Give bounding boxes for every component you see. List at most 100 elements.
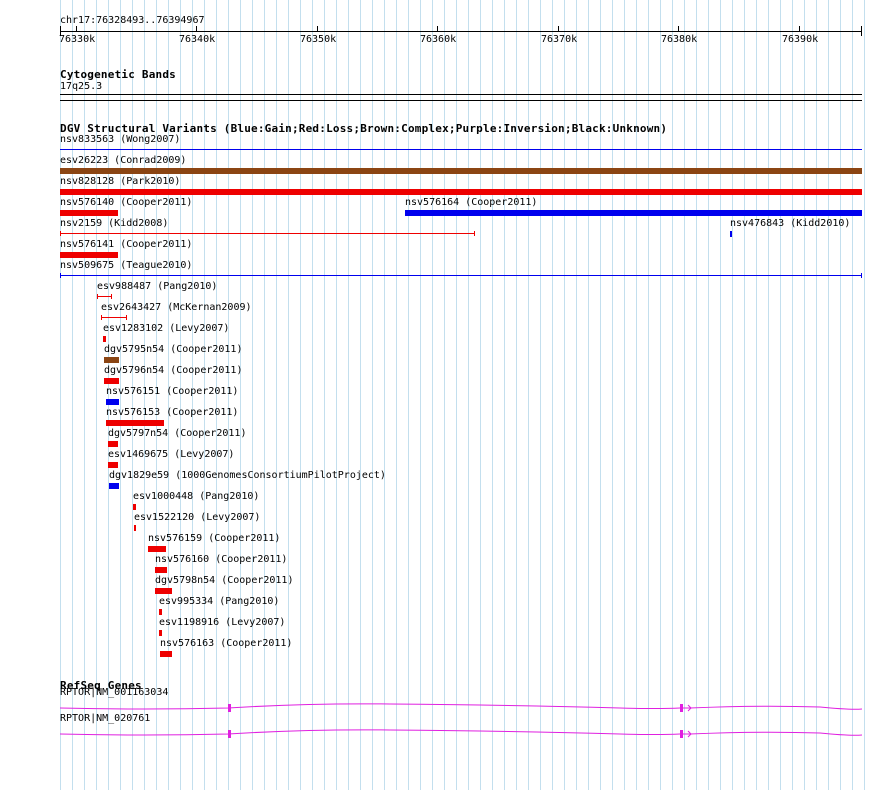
grid-line xyxy=(792,0,793,790)
dgv-feature-label[interactable]: nsv2159 (Kidd2008) xyxy=(60,218,168,230)
grid-line xyxy=(612,0,613,790)
dgv-feature-bar[interactable] xyxy=(730,231,732,237)
dgv-feature-label[interactable]: dgv5795n54 (Cooper2011) xyxy=(104,344,242,356)
ruler-tick-label: 76370k xyxy=(541,34,578,45)
dgv-feature-bar[interactable] xyxy=(101,317,127,318)
grid-line xyxy=(696,0,697,790)
grid-line xyxy=(648,0,649,790)
dgv-feature-label[interactable]: nsv576141 (Cooper2011) xyxy=(60,239,192,251)
dgv-feature-bar[interactable] xyxy=(104,357,119,363)
dgv-feature-label[interactable]: nsv576151 (Cooper2011) xyxy=(106,386,238,398)
genome-browser-panel: chr17:76328493..76394967 76330k 76340k 763… xyxy=(0,0,890,790)
ruler-tick xyxy=(678,26,679,32)
dgv-feature-label[interactable]: esv1000448 (Pang2010) xyxy=(133,491,259,503)
grid-line xyxy=(576,0,577,790)
dgv-feature-bar[interactable] xyxy=(159,630,162,636)
refseq-gene-label[interactable]: RPTOR|NM_001163034 xyxy=(60,687,168,699)
grid-line xyxy=(240,0,241,790)
dgv-feature-bar[interactable] xyxy=(405,210,862,216)
dgv-feature-bar[interactable] xyxy=(108,462,118,468)
grid-line xyxy=(444,0,445,790)
dgv-feature-bar[interactable] xyxy=(60,275,862,276)
grid-line xyxy=(624,0,625,790)
dgv-feature-label[interactable]: nsv828128 (Park2010) xyxy=(60,176,180,188)
dgv-feature-bar[interactable] xyxy=(155,588,172,594)
dgv-feature-endcap xyxy=(861,273,862,278)
gene-intron-line[interactable] xyxy=(59,726,870,742)
dgv-feature-bar[interactable] xyxy=(109,483,119,489)
dgv-feature-label[interactable]: esv1283102 (Levy2007) xyxy=(103,323,229,335)
dgv-feature-label[interactable]: esv1522120 (Levy2007) xyxy=(134,512,260,524)
dgv-feature-bar[interactable] xyxy=(155,567,167,573)
grid-line xyxy=(96,0,97,790)
dgv-feature-bar[interactable] xyxy=(160,651,172,657)
ruler-tick xyxy=(799,26,800,32)
ruler-tick xyxy=(76,26,77,32)
dgv-feature-label[interactable]: nsv576153 (Cooper2011) xyxy=(106,407,238,419)
grid-line xyxy=(360,0,361,790)
ruler-end-tick xyxy=(861,26,862,36)
cytoband-label: 17q25.3 xyxy=(60,81,103,92)
dgv-feature-bar[interactable] xyxy=(60,233,475,234)
dgv-feature-label[interactable]: dgv5796n54 (Cooper2011) xyxy=(104,365,242,377)
ruler-tick xyxy=(196,26,197,32)
grid-line xyxy=(60,0,61,790)
grid-line xyxy=(744,0,745,790)
dgv-feature-label[interactable]: esv26223 (Conrad2009) xyxy=(60,155,186,167)
dgv-feature-label[interactable]: esv1198916 (Levy2007) xyxy=(159,617,285,629)
dgv-feature-label[interactable]: nsv576160 (Cooper2011) xyxy=(155,554,287,566)
grid-line xyxy=(468,0,469,790)
dgv-feature-label[interactable]: nsv509675 (Teague2010) xyxy=(60,260,192,272)
dgv-feature-bar[interactable] xyxy=(159,609,162,615)
dgv-feature-bar[interactable] xyxy=(97,296,112,297)
gene-exon[interactable] xyxy=(228,704,231,712)
dgv-feature-label[interactable]: esv988487 (Pang2010) xyxy=(97,281,217,293)
dgv-feature-label[interactable]: dgv5797n54 (Cooper2011) xyxy=(108,428,246,440)
dgv-feature-bar[interactable] xyxy=(60,168,862,174)
dgv-feature-label[interactable]: nsv576163 (Cooper2011) xyxy=(160,638,292,650)
dgv-feature-bar[interactable] xyxy=(108,441,118,447)
dgv-feature-bar[interactable] xyxy=(60,252,118,258)
dgv-feature-bar[interactable] xyxy=(60,210,118,216)
grid-line xyxy=(552,0,553,790)
grid-line xyxy=(264,0,265,790)
dgv-feature-bar[interactable] xyxy=(103,336,106,342)
dgv-feature-bar[interactable] xyxy=(106,420,164,426)
ruler-axis-line xyxy=(60,31,862,32)
dgv-feature-bar[interactable] xyxy=(134,525,136,531)
dgv-feature-label[interactable]: nsv576140 (Cooper2011) xyxy=(60,197,192,209)
dgv-feature-label[interactable]: dgv1829e59 (1000GenomesConsortiumPilotPr… xyxy=(109,470,386,482)
grid-line xyxy=(492,0,493,790)
dgv-feature-bar[interactable] xyxy=(148,546,166,552)
locus-label: chr17:76328493..76394967 xyxy=(60,15,205,26)
gene-exon[interactable] xyxy=(680,704,683,712)
dgv-feature-label[interactable]: nsv576159 (Cooper2011) xyxy=(148,533,280,545)
dgv-feature-bar[interactable] xyxy=(106,399,119,405)
ruler-tick xyxy=(558,26,559,32)
gene-exon[interactable] xyxy=(680,730,683,738)
dgv-feature-label[interactable]: nsv476843 (Kidd2010) xyxy=(730,218,850,230)
grid-line xyxy=(372,0,373,790)
dgv-feature-endcap xyxy=(60,273,61,278)
dgv-feature-label[interactable]: esv1469675 (Levy2007) xyxy=(108,449,234,461)
ruler-tick xyxy=(437,26,438,32)
refseq-gene-label[interactable]: RPTOR|NM_020761 xyxy=(60,713,150,725)
dgv-feature-bar[interactable] xyxy=(60,149,862,150)
grid-line xyxy=(516,0,517,790)
grid-line xyxy=(384,0,385,790)
grid-line xyxy=(348,0,349,790)
dgv-feature-bar[interactable] xyxy=(133,504,136,510)
dgv-feature-endcap xyxy=(97,294,98,299)
grid-line xyxy=(432,0,433,790)
gene-intron-line[interactable] xyxy=(59,700,870,716)
dgv-feature-label[interactable]: esv995334 (Pang2010) xyxy=(159,596,279,608)
dgv-feature-endcap xyxy=(126,315,127,320)
grid-line xyxy=(636,0,637,790)
dgv-feature-label[interactable]: esv2643427 (McKernan2009) xyxy=(101,302,252,314)
dgv-feature-bar[interactable] xyxy=(104,378,119,384)
dgv-feature-label[interactable]: dgv5798n54 (Cooper2011) xyxy=(155,575,293,587)
dgv-feature-label[interactable]: nsv576164 (Cooper2011) xyxy=(405,197,537,209)
gene-exon[interactable] xyxy=(228,730,231,738)
dgv-feature-label[interactable]: nsv833563 (Wong2007) xyxy=(60,134,180,146)
dgv-feature-bar[interactable] xyxy=(60,189,862,195)
